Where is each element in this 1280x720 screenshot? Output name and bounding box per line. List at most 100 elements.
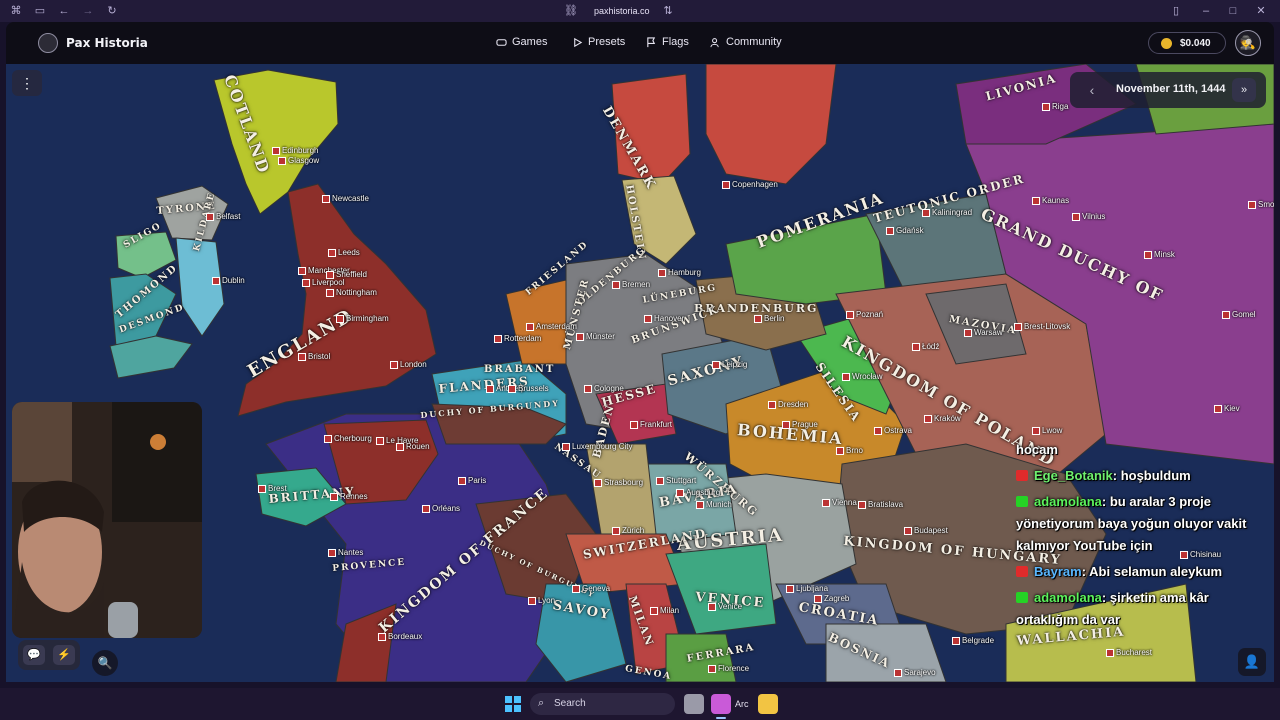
city-marker[interactable]: Rotterdam <box>493 334 541 343</box>
city-marker[interactable]: Budapest <box>904 526 948 535</box>
city-marker[interactable]: Amsterdam <box>526 322 577 331</box>
city-marker[interactable]: Bremen <box>611 280 650 289</box>
arc-menu-icon[interactable]: ⌘ <box>10 5 22 17</box>
map-search-button[interactable]: 🔍 <box>92 650 118 676</box>
balance-pill[interactable]: $0.040 <box>1148 32 1226 54</box>
person-icon[interactable]: 👤 <box>1238 648 1266 676</box>
settings-sliders-icon[interactable]: ⇅ <box>662 5 674 17</box>
city-marker[interactable]: Vienna <box>822 498 857 507</box>
back-icon[interactable]: ← <box>58 5 70 17</box>
city-marker[interactable]: Nottingham <box>326 288 377 297</box>
city-marker[interactable]: Prague <box>782 420 818 429</box>
city-marker[interactable]: Rouen <box>396 442 430 451</box>
city-marker[interactable]: Bordeaux <box>377 632 422 641</box>
close-icon[interactable]: ✕ <box>1255 5 1267 17</box>
city-marker[interactable]: Paris <box>457 476 486 485</box>
minimize-icon[interactable]: – <box>1200 5 1212 17</box>
user-avatar[interactable]: 🕵 <box>1235 30 1261 56</box>
city-marker[interactable]: Brest-Litovsk <box>1013 322 1070 331</box>
city-marker[interactable]: Berlin <box>753 314 784 323</box>
url-text[interactable]: paxhistoria.co <box>594 6 650 16</box>
date-prev-button[interactable]: ‹ <box>1084 81 1100 99</box>
city-marker[interactable]: Zürich <box>611 526 644 535</box>
city-marker[interactable]: Zagreb <box>813 594 849 603</box>
city-marker[interactable]: Geneva <box>571 584 610 593</box>
city-marker[interactable]: Kaunas <box>1031 196 1069 205</box>
city-marker[interactable]: Rennes <box>330 492 368 501</box>
city-marker[interactable]: London <box>390 360 427 369</box>
city-marker[interactable]: Venice <box>707 602 742 611</box>
link-icon[interactable]: ⛓ <box>564 5 578 17</box>
file-explorer-icon[interactable] <box>758 694 778 714</box>
city-marker[interactable]: Sarajevo <box>894 668 936 677</box>
city-marker[interactable]: Hamburg <box>658 268 701 277</box>
nav-presets[interactable]: Presets <box>572 35 632 51</box>
city-marker[interactable]: Wrocław <box>842 372 883 381</box>
city-marker[interactable]: Munich <box>696 500 732 509</box>
city-marker[interactable]: Belgrade <box>951 636 994 645</box>
reload-icon[interactable]: ↻ <box>106 5 118 17</box>
city-marker[interactable]: Leeds <box>328 248 360 257</box>
maximize-icon[interactable]: □ <box>1227 5 1239 17</box>
city-marker[interactable]: Ljubljana <box>785 584 828 593</box>
city-marker[interactable]: Poznań <box>845 310 883 319</box>
city-marker[interactable]: Cherbourg <box>324 434 372 443</box>
city-marker[interactable]: Stuttgart <box>655 476 696 485</box>
city-marker[interactable]: Brussels <box>508 384 549 393</box>
city-marker[interactable]: Leipzig <box>711 360 747 369</box>
city-marker[interactable]: Łódź <box>911 342 939 351</box>
city-marker[interactable]: Münster <box>576 332 615 341</box>
city-marker[interactable]: Cologne <box>584 384 624 393</box>
split-view-icon[interactable]: ▯ <box>1170 5 1182 17</box>
map-menu-button[interactable]: ⋮ <box>12 70 42 96</box>
city-marker[interactable]: Bucharest <box>1105 648 1152 657</box>
city-marker[interactable]: Birmingham <box>336 314 389 323</box>
city-marker[interactable]: Lwow <box>1031 426 1062 435</box>
city-marker[interactable]: Minsk <box>1144 250 1175 259</box>
city-marker[interactable]: Orléans <box>421 504 460 513</box>
city-marker[interactable]: Belfast <box>205 212 240 221</box>
windows-start-icon[interactable] <box>505 696 521 712</box>
city-marker[interactable]: Brno <box>836 446 863 455</box>
city-marker[interactable]: Ostrava <box>873 426 912 435</box>
city-marker[interactable]: Bratislava <box>857 500 903 509</box>
city-marker[interactable]: Hanover <box>643 314 684 323</box>
city-marker[interactable]: Dublin <box>212 276 245 285</box>
city-marker[interactable]: Glasgow <box>277 156 319 165</box>
city-marker[interactable]: Lyon <box>527 596 555 605</box>
city-marker[interactable]: Luxembourg City <box>561 442 632 451</box>
city-marker[interactable]: Dresden <box>767 400 808 409</box>
nav-community[interactable]: Community <box>710 35 796 51</box>
city-marker[interactable]: Kraków <box>924 414 961 423</box>
city-marker[interactable]: Warsaw <box>964 328 1003 337</box>
chat-bubble-button[interactable]: 💬 <box>23 645 45 665</box>
city-marker[interactable]: Florence <box>707 664 749 673</box>
taskbar-search[interactable]: ⌕ Search <box>530 693 675 715</box>
city-marker[interactable]: Augsburg <box>675 488 720 497</box>
city-marker[interactable]: Liverpool <box>301 278 344 287</box>
city-marker[interactable]: Kaliningrad <box>921 208 972 217</box>
arc-browser-icon[interactable] <box>711 694 731 714</box>
city-marker[interactable]: Copenhagen <box>722 180 778 189</box>
city-marker[interactable]: Gomel <box>1222 310 1256 319</box>
city-marker[interactable]: Vilnius <box>1071 212 1105 221</box>
city-marker[interactable]: Brest <box>258 484 287 493</box>
city-marker[interactable]: Newcastle <box>322 194 369 203</box>
lightning-button[interactable]: ⚡ <box>53 645 75 665</box>
sidebar-toggle-icon[interactable]: ▭ <box>34 5 46 17</box>
nav-flags[interactable]: Flags <box>646 35 696 51</box>
nav-games[interactable]: Games <box>496 35 556 51</box>
city-marker[interactable]: Edinburgh <box>271 146 318 155</box>
date-next-button[interactable]: » <box>1232 78 1256 102</box>
city-marker[interactable]: Kiev <box>1214 404 1240 413</box>
city-marker[interactable]: Riga <box>1041 102 1068 111</box>
city-marker[interactable]: Milan <box>649 606 679 615</box>
city-marker[interactable]: Nantes <box>327 548 363 557</box>
city-marker[interactable]: Frankfurt <box>629 420 672 429</box>
city-marker[interactable]: Smolensk <box>1247 200 1274 209</box>
forward-icon[interactable]: → <box>82 5 94 17</box>
brand[interactable]: Pax Historia <box>38 33 188 53</box>
city-marker[interactable]: Gdańsk <box>886 226 924 235</box>
task-view-icon[interactable] <box>684 694 704 714</box>
city-marker[interactable]: Bristol <box>297 352 330 361</box>
